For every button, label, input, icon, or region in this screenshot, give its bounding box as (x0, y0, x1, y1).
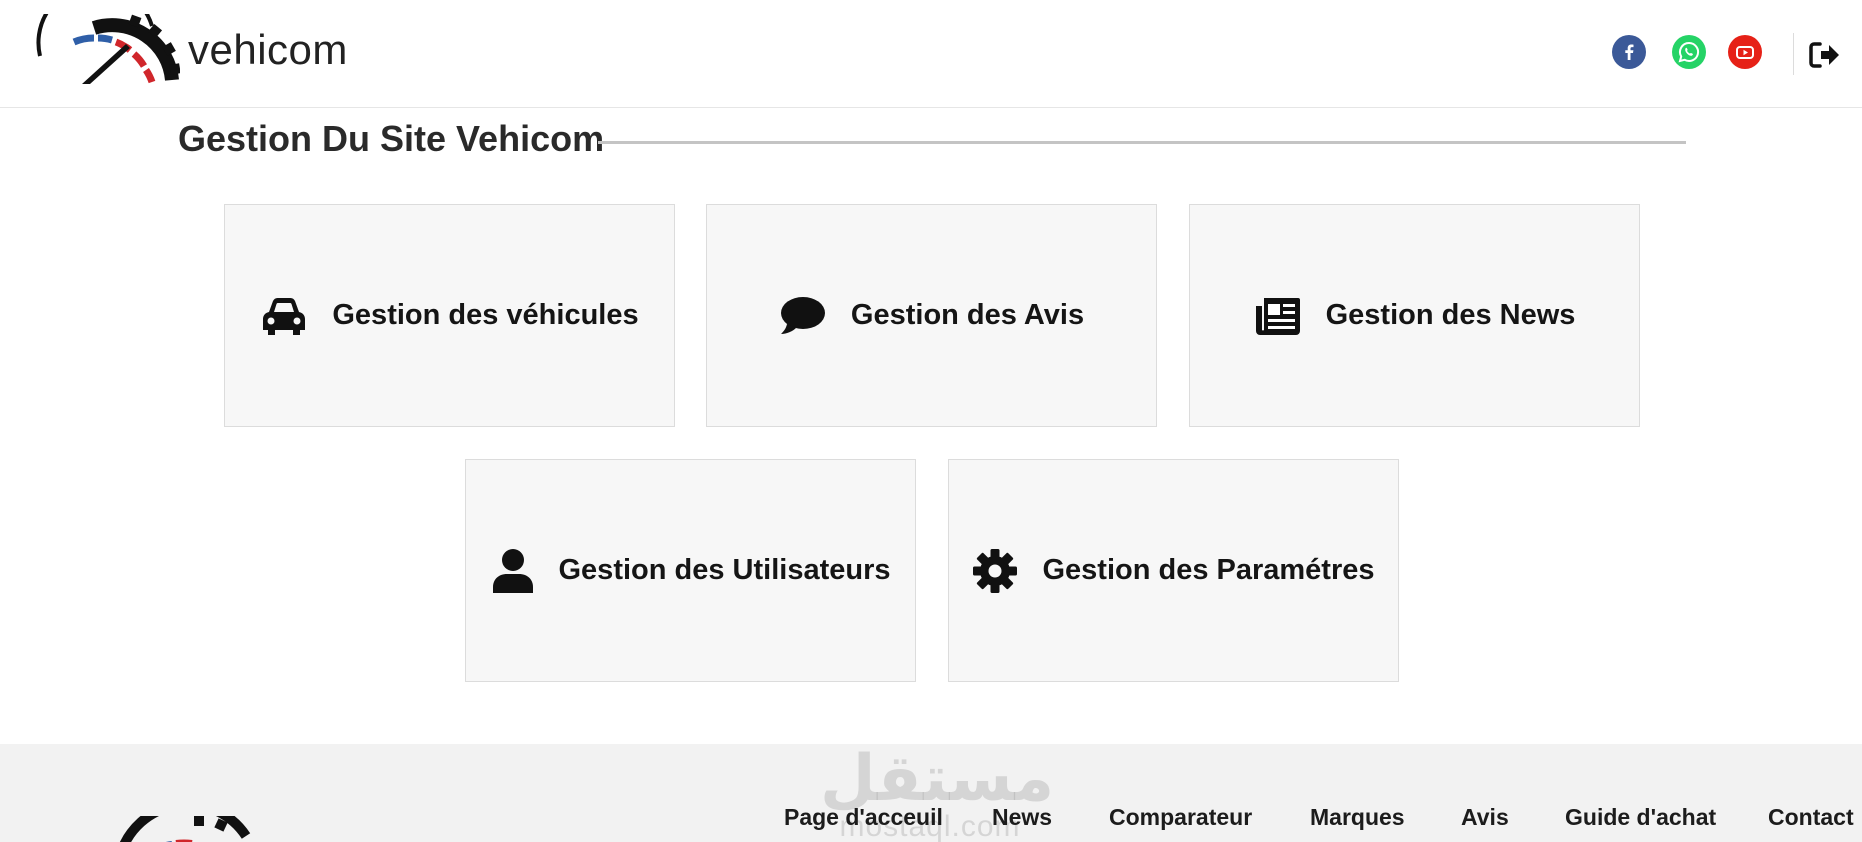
card-label: Gestion des Paramétres (1042, 554, 1375, 586)
footer-nav-contact[interactable]: Contact (1768, 804, 1854, 831)
facebook-icon (1625, 44, 1634, 60)
speedometer-logo-icon (119, 799, 251, 842)
card-gestion-parametres[interactable]: Gestion des Paramétres (948, 459, 1399, 682)
brand-name: vehicom (188, 26, 348, 73)
page-title: Gestion Du Site Vehicom (178, 118, 605, 159)
footer-nav-accueil[interactable]: Page d'acceuil (784, 804, 943, 831)
footer-nav-avis[interactable]: Avis (1461, 804, 1509, 831)
card-gestion-news[interactable]: Gestion des News (1189, 204, 1640, 427)
speedometer-logo-icon (36, 14, 180, 84)
card-label: Gestion des Utilisateurs (558, 554, 891, 586)
footer-nav-marques[interactable]: Marques (1310, 804, 1405, 831)
footer-logo[interactable] (116, 799, 256, 842)
title-divider (598, 141, 1686, 144)
gear-icon (972, 548, 1018, 594)
comment-icon (779, 294, 827, 338)
card-gestion-avis[interactable]: Gestion des Avis (706, 204, 1157, 427)
header: vehicom (0, 0, 1862, 108)
facebook-button[interactable] (1612, 35, 1646, 69)
youtube-icon (1736, 46, 1754, 59)
brand-logo[interactable]: vehicom (34, 14, 348, 86)
card-gestion-utilisateurs[interactable]: Gestion des Utilisateurs (465, 459, 916, 682)
footer-nav-comparateur[interactable]: Comparateur (1109, 804, 1252, 831)
header-divider (1793, 33, 1794, 75)
newspaper-icon (1254, 295, 1302, 337)
youtube-button[interactable] (1728, 35, 1762, 69)
card-label: Gestion des véhicules (332, 299, 639, 331)
footer-nav-news[interactable]: News (992, 804, 1052, 831)
logout-button[interactable] (1808, 38, 1842, 72)
car-icon (260, 294, 308, 338)
card-gestion-vehicules[interactable]: Gestion des véhicules (224, 204, 675, 427)
sign-out-icon (1809, 42, 1839, 68)
footer: مستقل mostaql.com Page d'acceuil News Co… (0, 744, 1862, 842)
footer-nav-guide-achat[interactable]: Guide d'achat (1565, 804, 1716, 831)
whatsapp-icon (1678, 41, 1700, 63)
card-label: Gestion des Avis (850, 299, 1085, 331)
user-icon (491, 548, 535, 594)
card-label: Gestion des News (1325, 299, 1576, 331)
whatsapp-button[interactable] (1672, 35, 1706, 69)
